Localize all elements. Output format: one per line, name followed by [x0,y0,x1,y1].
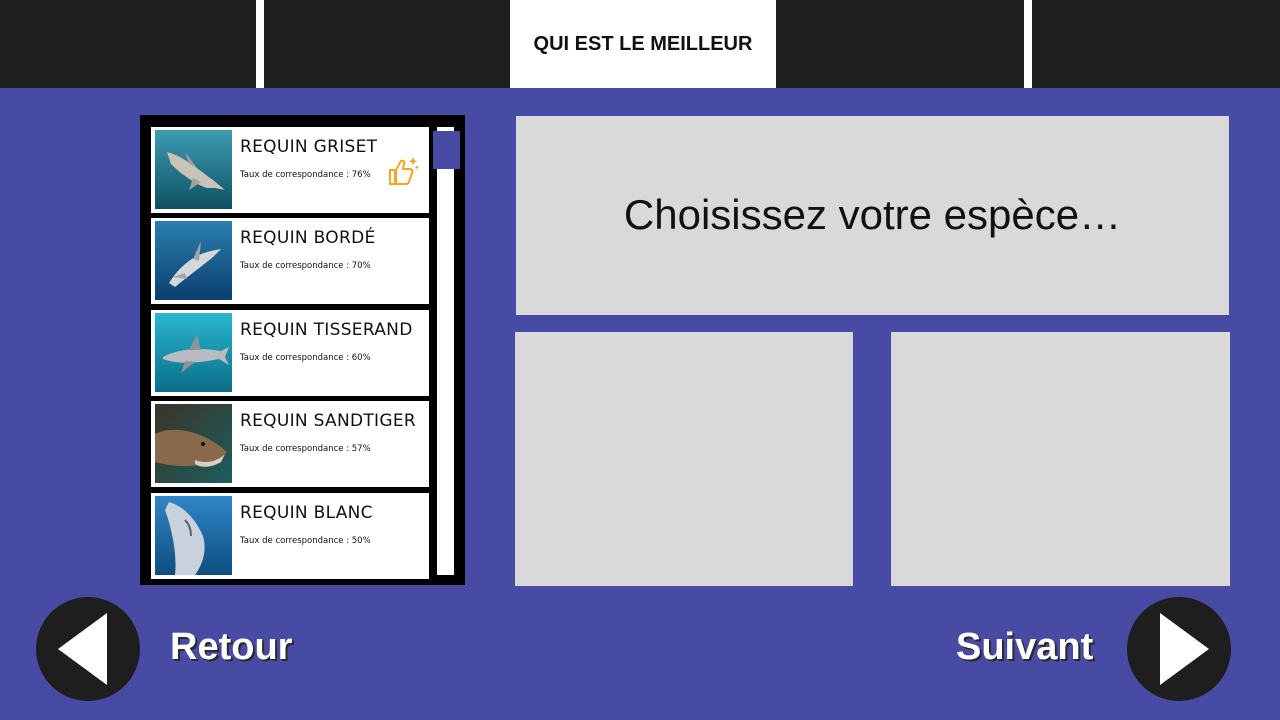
top-tab-bar: QUI EST LE MEILLEUR [0,0,1280,88]
species-list: REQUIN GRISET Taux de correspondance : 7… [140,115,465,585]
match-rate: Taux de correspondance : 70% [240,261,371,271]
species-name: REQUIN GRISET [240,137,378,157]
back-label[interactable]: Retour [170,626,292,669]
list-item-species-1[interactable]: REQUIN BORDÉ Taux de correspondance : 70… [151,218,429,304]
match-rate: Taux de correspondance : 57% [240,444,371,454]
shark-photo [155,130,232,209]
selection-prompt: Choisissez votre espèce… [623,190,1122,238]
triangle-right-icon [1160,613,1209,685]
next-button[interactable] [1127,597,1231,701]
next-label[interactable]: Suivant [956,626,1093,669]
list-item-species-4[interactable]: REQUIN BLANC Taux de correspondance : 50… [151,493,429,579]
list-item-species-0[interactable]: REQUIN GRISET Taux de correspondance : 7… [151,127,429,213]
shark-photo [155,313,232,392]
choice-slot-left[interactable] [515,332,853,586]
triangle-left-icon [58,613,107,685]
shark-photo [155,221,232,300]
species-name: REQUIN BORDÉ [240,228,376,248]
scrollbar-thumb[interactable] [433,131,460,169]
list-item-species-2[interactable]: REQUIN TISSERAND Taux de correspondance … [151,310,429,396]
thumbs-up-icon [386,155,420,189]
tab-2[interactable] [264,0,510,88]
choice-slot-right[interactable] [891,332,1230,586]
selection-prompt-panel: Choisissez votre espèce… [516,116,1229,315]
back-button[interactable] [36,597,140,701]
species-name: REQUIN BLANC [240,503,373,523]
tab-active[interactable]: QUI EST LE MEILLEUR [511,0,775,88]
tab-4[interactable] [776,0,1024,88]
scrollbar-track[interactable] [437,127,454,575]
tab-active-label: QUI EST LE MEILLEUR [533,32,753,55]
match-rate: Taux de correspondance : 60% [240,353,371,363]
species-name: REQUIN SANDTIGER [240,411,416,431]
species-name: REQUIN TISSERAND [240,320,413,340]
shark-photo [155,496,232,575]
shark-photo [155,404,232,483]
tab-1[interactable] [0,0,256,88]
tab-5[interactable] [1032,0,1280,88]
match-rate: Taux de correspondance : 50% [240,536,371,546]
list-item-species-3[interactable]: REQUIN SANDTIGER Taux de correspondance … [151,401,429,487]
match-rate: Taux de correspondance : 76% [240,170,371,180]
